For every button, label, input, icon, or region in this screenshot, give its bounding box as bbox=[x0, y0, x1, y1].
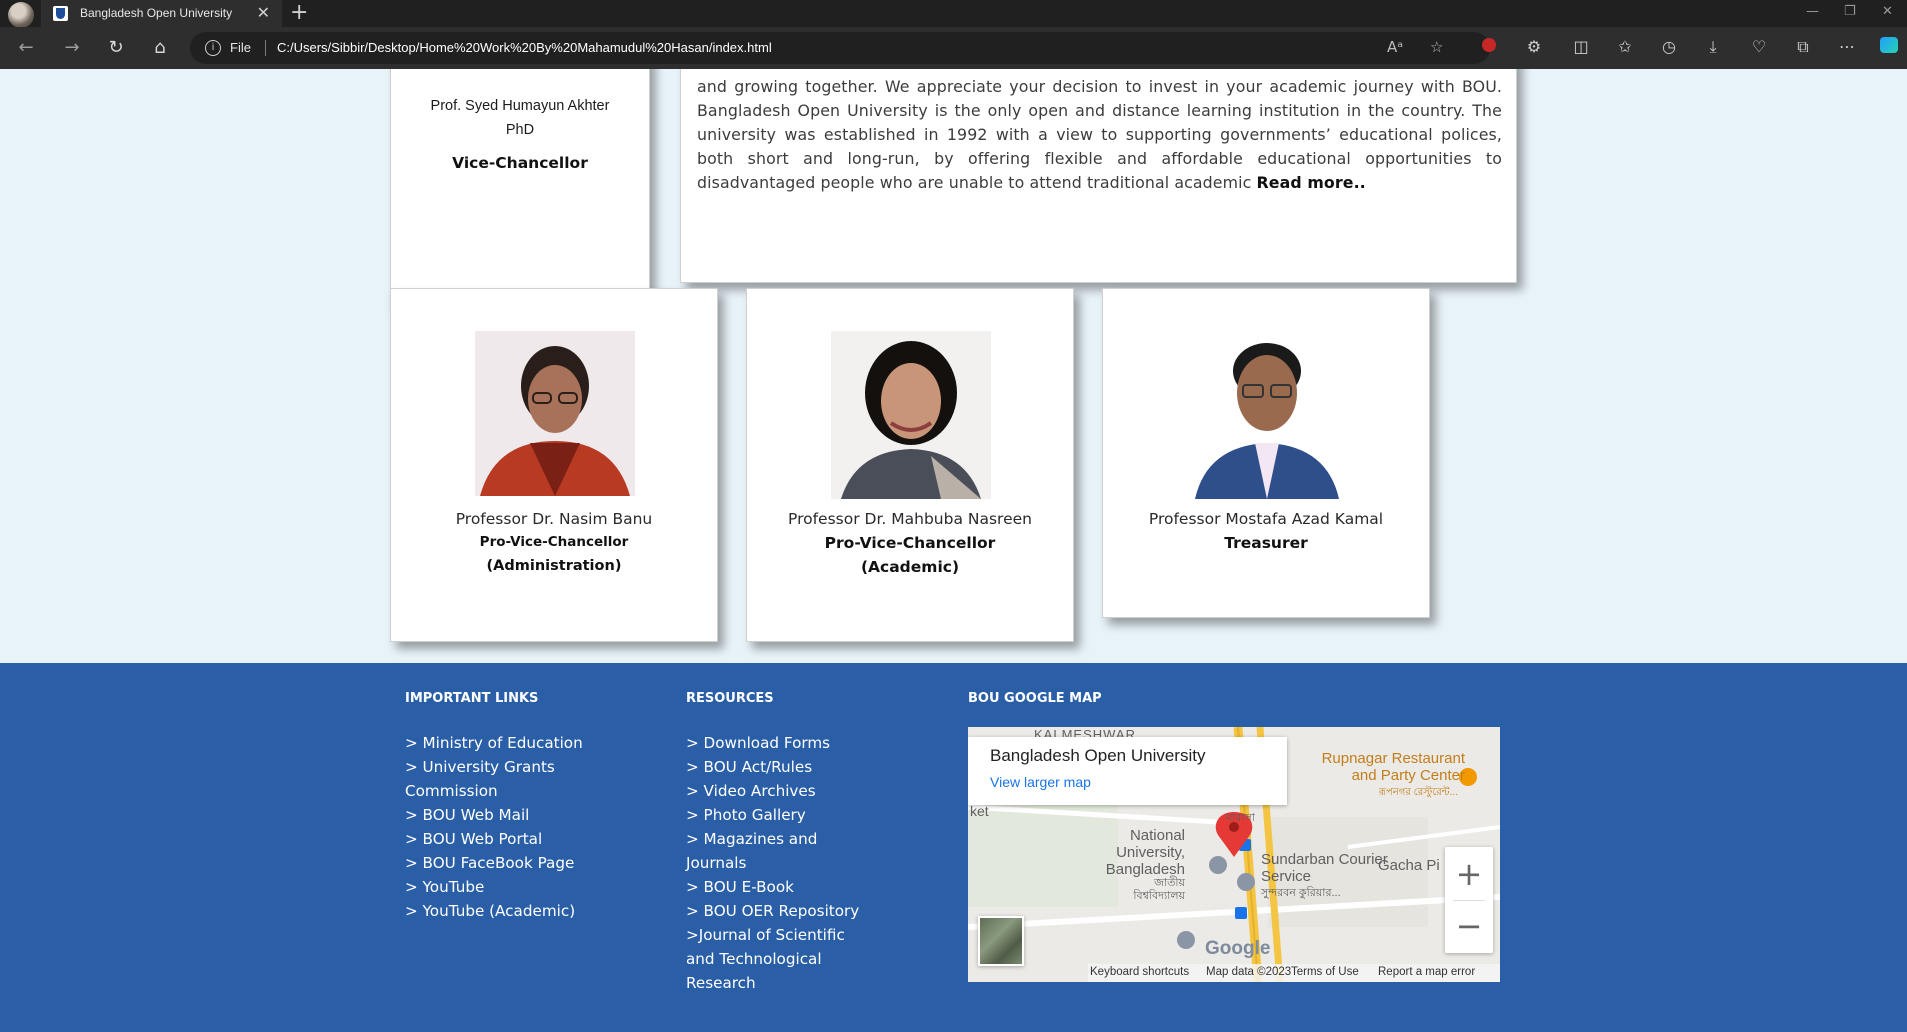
resource-link-photo-gallery[interactable]: > Photo Gallery bbox=[686, 803, 866, 827]
google-logo: Google bbox=[1205, 938, 1271, 959]
official-card: Professor Dr. Mahbuba Nasreen Pro-Vice-C… bbox=[746, 288, 1074, 642]
resource-link-video-archives[interactable]: > Video Archives bbox=[686, 779, 866, 803]
vc-role: Vice-Chancellor bbox=[452, 154, 588, 172]
more-menu-icon[interactable]: ⋯ bbox=[1836, 37, 1858, 56]
official-photo-mostafa-azad-kamal bbox=[1187, 331, 1347, 499]
resource-link-ebook[interactable]: > BOU E-Book bbox=[686, 875, 866, 899]
read-more-link[interactable]: Read more.. bbox=[1257, 173, 1366, 192]
footer-link-webportal[interactable]: > BOU Web Portal bbox=[405, 827, 625, 851]
map-zoom-control: + − bbox=[1445, 847, 1493, 953]
terms-of-use-link[interactable]: Terms of Use bbox=[1291, 966, 1359, 978]
profile-avatar[interactable] bbox=[8, 2, 34, 28]
split-screen-icon[interactable]: ◫ bbox=[1570, 37, 1592, 56]
official-name: Professor Dr. Nasim Banu bbox=[455, 510, 653, 528]
new-tab-button[interactable]: + bbox=[290, 1, 308, 25]
resource-link-act-rules[interactable]: > BOU Act/Rules bbox=[686, 755, 866, 779]
file-scheme-label: File bbox=[230, 40, 251, 55]
vc-message-card: and growing together. We appreciate your… bbox=[680, 69, 1517, 283]
reload-icon[interactable]: ↻ bbox=[104, 36, 128, 60]
map-label-national-university-bn: জাতীয় বিশ্ববিদ্যালয় bbox=[1133, 877, 1185, 902]
bou-favicon-icon bbox=[53, 6, 68, 21]
map-label-national-university: National University, Bangladesh bbox=[1105, 827, 1185, 878]
page-viewport: Prof. Syed Humayun Akhter PhD Vice-Chanc… bbox=[0, 69, 1907, 1032]
forward-icon[interactable]: → bbox=[60, 36, 84, 60]
site-info-icon[interactable]: i bbox=[205, 40, 221, 56]
official-role: Pro-Vice-Chancellor bbox=[824, 534, 996, 552]
resources-heading: RESOURCES bbox=[686, 691, 774, 706]
vc-message-text: and growing together. We appreciate your… bbox=[697, 75, 1502, 195]
history-icon[interactable]: ◷ bbox=[1658, 37, 1680, 56]
resource-link-journal[interactable]: >Journal of Scientific and Technological… bbox=[686, 923, 866, 995]
vc-name: Prof. Syed Humayun Akhter bbox=[430, 98, 610, 114]
map-label-sundarban: Sundarban Courier Service bbox=[1261, 851, 1388, 885]
map-label-ket: ket bbox=[970, 803, 989, 819]
important-links-list: > Ministry of Education > University Gra… bbox=[405, 731, 625, 923]
footer-link-ministry[interactable]: > Ministry of Education bbox=[405, 731, 625, 755]
window-close-icon[interactable]: ✕ bbox=[1882, 4, 1893, 19]
zoom-in-button[interactable]: + bbox=[1445, 849, 1493, 899]
site-footer: IMPORTANT LINKS > Ministry of Education … bbox=[0, 663, 1907, 1032]
read-aloud-icon[interactable]: Aᵃ bbox=[1387, 38, 1403, 56]
map-attribution-bar: Keyboard shortcuts Map data ©2023 Terms … bbox=[1088, 964, 1500, 982]
tab-title: Bangladesh Open University bbox=[80, 6, 233, 20]
footer-link-youtube-academic[interactable]: > YouTube (Academic) bbox=[405, 899, 625, 923]
url-text[interactable]: C:/Users/Sibbir/Desktop/Home%20Work%20By… bbox=[277, 40, 772, 55]
favorite-star-icon[interactable]: ☆ bbox=[1430, 38, 1443, 56]
report-map-error-link[interactable]: Report a map error bbox=[1378, 966, 1475, 978]
official-photo-nasim-banu bbox=[475, 331, 635, 496]
official-role-detail: (Academic) bbox=[860, 558, 960, 576]
resource-link-forms[interactable]: > Download Forms bbox=[686, 731, 866, 755]
map-label-sundarban-bn: সুন্দরবন কুরিয়ার... bbox=[1261, 887, 1341, 899]
favorites-icon[interactable]: ✩ bbox=[1614, 37, 1636, 56]
restore-icon[interactable]: ❐ bbox=[1844, 4, 1856, 19]
official-card: Professor Dr. Nasim Banu Pro-Vice-Chance… bbox=[390, 288, 718, 642]
view-larger-map-link[interactable]: View larger map bbox=[990, 774, 1091, 790]
official-role: Pro-Vice-Chancellor bbox=[479, 534, 629, 550]
vc-message-body: and growing together. We appreciate your… bbox=[697, 77, 1502, 192]
browser-essentials-icon[interactable]: ♡ bbox=[1748, 37, 1770, 56]
browser-toolbar: ← → ↻ ⌂ i File C:/Users/Sibbir/Desktop/H… bbox=[0, 27, 1907, 69]
map-label-rupnagar-bn: রূপনগর রেস্টুরেন্ট... bbox=[1378, 787, 1458, 798]
map-label-masjid: মারাসা bbox=[1226, 812, 1255, 824]
ublock-extension-icon[interactable] bbox=[1478, 37, 1500, 56]
important-links-heading: IMPORTANT LINKS bbox=[405, 691, 539, 706]
address-separator bbox=[265, 40, 266, 56]
minimize-icon[interactable]: — bbox=[1806, 4, 1819, 19]
home-icon[interactable]: ⌂ bbox=[148, 36, 172, 60]
map-data-text: Map data ©2023 bbox=[1206, 966, 1292, 978]
resource-link-magazines[interactable]: > Magazines and Journals bbox=[686, 827, 866, 875]
downloads-icon[interactable]: ⤓ bbox=[1702, 37, 1724, 57]
screenshot-icon[interactable]: ⧉ bbox=[1792, 37, 1814, 57]
official-role-detail: (Administration) bbox=[486, 558, 622, 574]
map-place-title: Bangladesh Open University bbox=[990, 746, 1206, 765]
address-bar[interactable]: i File C:/Users/Sibbir/Desktop/Home%20Wo… bbox=[190, 32, 1490, 64]
tab-close-icon[interactable]: ✕ bbox=[257, 3, 270, 22]
map-label-rupnagar: Rupnagar Restaurant and Party Center bbox=[1321, 750, 1465, 784]
official-name: Professor Mostafa Azad Kamal bbox=[1148, 510, 1384, 528]
back-icon[interactable]: ← bbox=[14, 36, 38, 60]
google-map-embed[interactable]: KALMESHWAR ket মারাসা National Universit… bbox=[968, 727, 1500, 982]
resources-list: > Download Forms > BOU Act/Rules > Video… bbox=[686, 731, 866, 995]
map-place-card: Bangladesh Open University View larger m… bbox=[968, 737, 1287, 805]
official-card: Professor Mostafa Azad Kamal Treasurer bbox=[1102, 288, 1430, 618]
footer-link-ugc[interactable]: > University Grants Commission bbox=[405, 755, 625, 803]
active-tab[interactable]: Bangladesh Open University ✕ bbox=[41, 0, 282, 27]
vc-card: Prof. Syed Humayun Akhter PhD Vice-Chanc… bbox=[390, 69, 650, 307]
resource-link-oer[interactable]: > BOU OER Repository bbox=[686, 899, 866, 923]
copilot-icon[interactable] bbox=[1878, 37, 1900, 57]
official-name: Professor Dr. Mahbuba Nasreen bbox=[788, 510, 1032, 528]
browser-tab-strip: Bangladesh Open University ✕ + — ❐ ✕ bbox=[0, 0, 1907, 28]
footer-link-youtube[interactable]: > YouTube bbox=[405, 875, 625, 899]
extensions-icon[interactable]: ⚙ bbox=[1523, 37, 1545, 56]
map-heading: BOU GOOGLE MAP bbox=[968, 691, 1102, 706]
keyboard-shortcuts-link[interactable]: Keyboard shortcuts bbox=[1090, 966, 1189, 978]
official-role: Treasurer bbox=[1224, 534, 1308, 552]
footer-link-facebook[interactable]: > BOU FaceBook Page bbox=[405, 851, 625, 875]
official-photo-mahbuba-nasreen bbox=[831, 331, 991, 499]
zoom-out-button[interactable]: − bbox=[1445, 901, 1493, 951]
map-label-gacha: Gacha Pi bbox=[1378, 857, 1440, 874]
footer-link-webmail[interactable]: > BOU Web Mail bbox=[405, 803, 625, 827]
satellite-toggle-button[interactable] bbox=[978, 916, 1024, 966]
vc-degree: PhD bbox=[505, 122, 535, 138]
